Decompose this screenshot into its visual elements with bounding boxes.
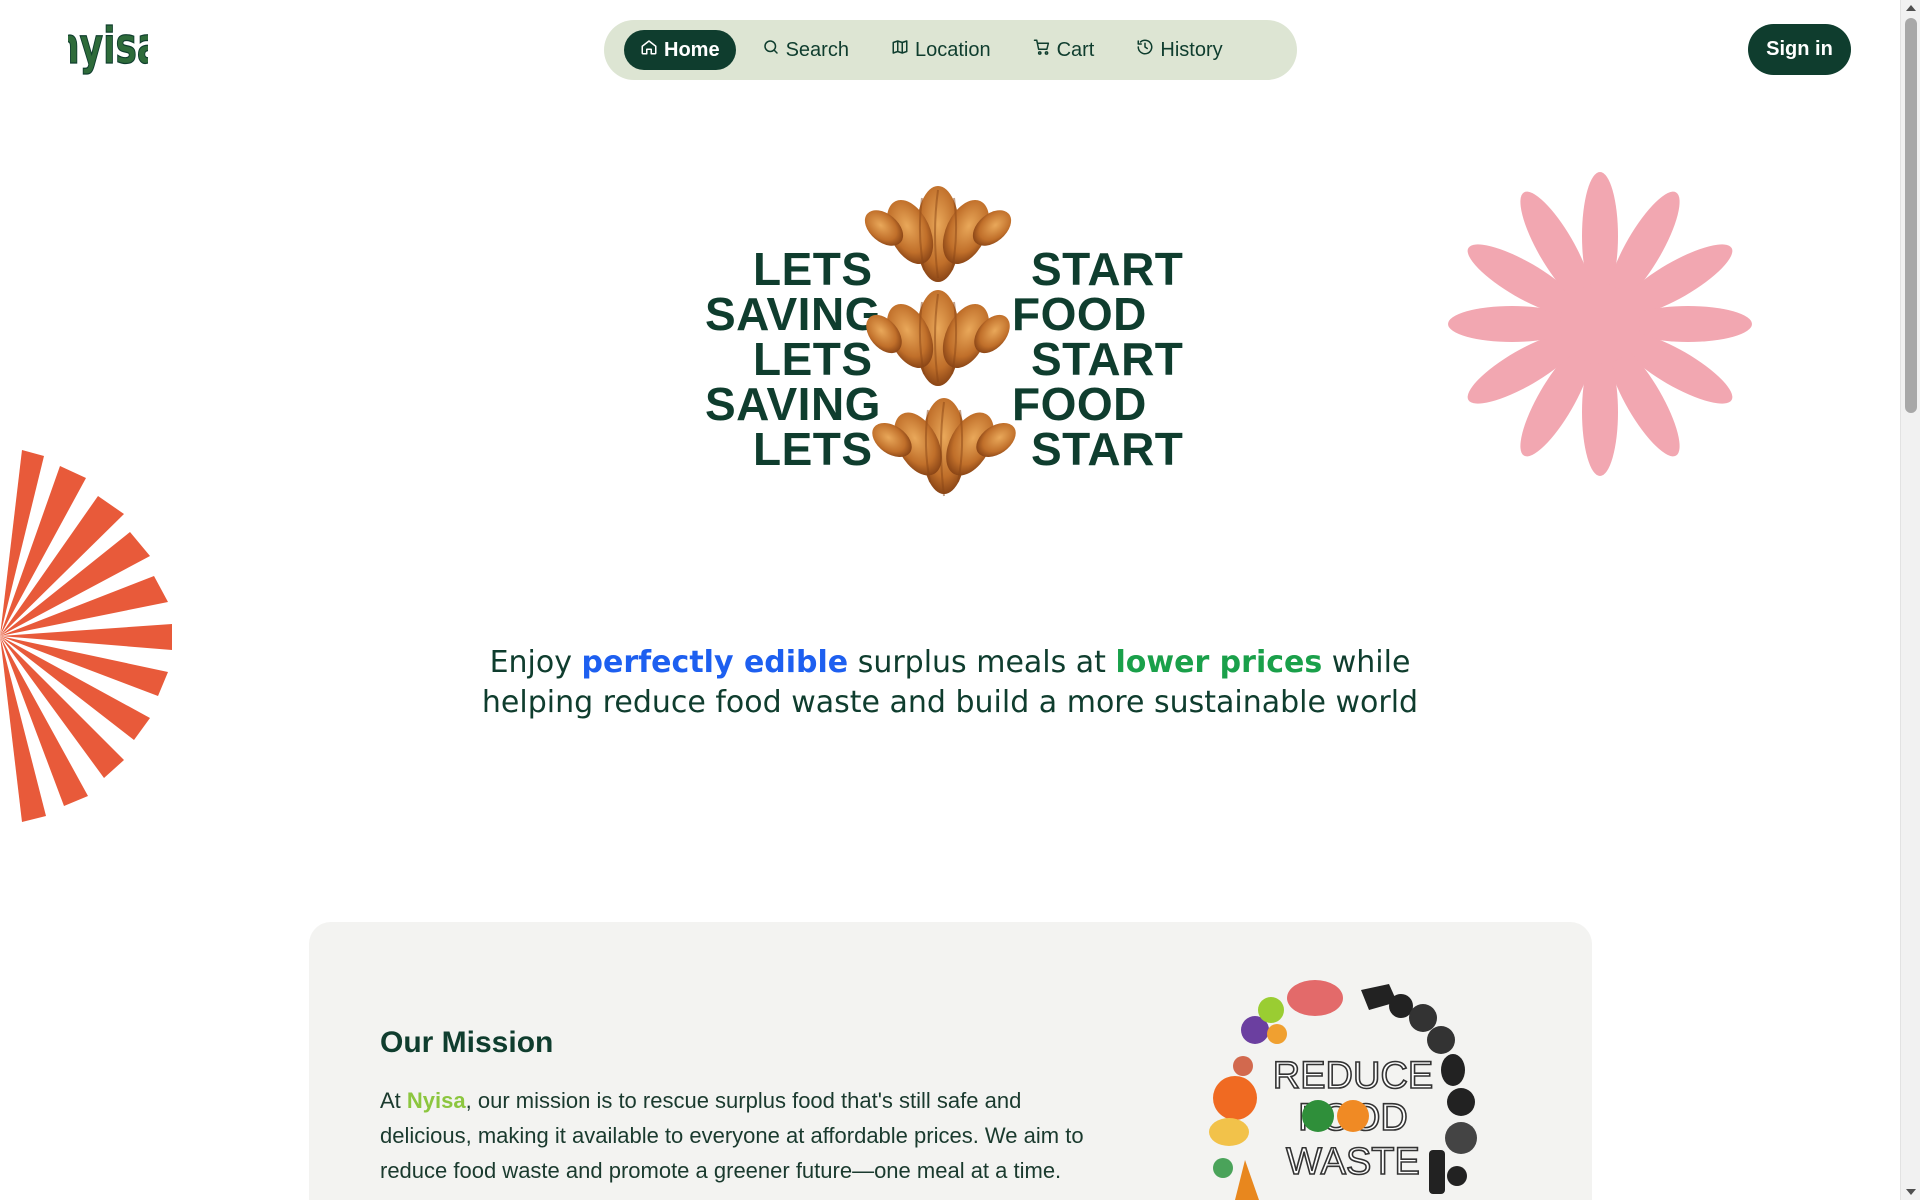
nav-home-label: Home bbox=[664, 38, 720, 61]
tagline-text: surplus meals at bbox=[848, 645, 1116, 680]
hero-word-right-5: START bbox=[1031, 423, 1184, 475]
main-nav: Home Search Location Cart History bbox=[604, 20, 1297, 80]
history-icon bbox=[1136, 38, 1154, 62]
hero-word-right-3: START bbox=[1031, 333, 1184, 385]
croissant-image bbox=[864, 186, 1012, 282]
hero-word-right-1: START bbox=[1031, 243, 1184, 295]
nav-cart[interactable]: Cart bbox=[1017, 30, 1111, 70]
hero-word-right-2: FOOD bbox=[1012, 288, 1147, 340]
tagline-text: Enjoy bbox=[489, 645, 582, 680]
nyisa-logo[interactable]: nyisa bbox=[54, 8, 162, 92]
watermelon-icon bbox=[1302, 1100, 1334, 1132]
nav-location-label: Location bbox=[914, 38, 991, 61]
orange-sunburst-decoration bbox=[0, 450, 172, 822]
pink-flower-decoration bbox=[1448, 172, 1752, 476]
nav-search[interactable]: Search bbox=[746, 30, 865, 70]
nav-home[interactable]: Home bbox=[624, 30, 736, 70]
hero-tagline: Enjoy perfectly edible surplus meals at … bbox=[440, 643, 1460, 723]
nav-cart-label: Cart bbox=[1056, 38, 1095, 61]
scroll-up-arrow-icon[interactable] bbox=[1906, 5, 1916, 11]
mission-text: At Nyisa, our mission is to rescue surpl… bbox=[380, 1083, 1100, 1188]
hero-word-left-5: LETS bbox=[753, 423, 873, 475]
hero-word-right-4: FOOD bbox=[1012, 378, 1147, 430]
reduce-food-waste-image: REDUCE FOOD WASTE bbox=[1209, 980, 1477, 1200]
orange-icon bbox=[1337, 1100, 1369, 1132]
nav-history[interactable]: History bbox=[1120, 30, 1238, 70]
sign-in-button[interactable]: Sign in bbox=[1748, 24, 1851, 75]
page-scrollbar[interactable] bbox=[1900, 0, 1920, 1200]
scrollbar-thumb[interactable] bbox=[1905, 18, 1917, 413]
nav-history-label: History bbox=[1160, 38, 1223, 61]
hero-word-left-4: SAVING bbox=[705, 378, 881, 430]
cart-icon bbox=[1033, 38, 1051, 62]
mission-title: Our Mission bbox=[380, 1026, 554, 1059]
search-icon bbox=[762, 38, 780, 62]
mission-brand: Nyisa bbox=[406, 1088, 466, 1113]
nav-location[interactable]: Location bbox=[875, 30, 1007, 70]
mission-text-body: , our mission is to rescue surplus food … bbox=[380, 1088, 1084, 1183]
croissant-image bbox=[866, 290, 1010, 386]
home-icon bbox=[640, 38, 658, 62]
map-icon bbox=[891, 38, 909, 62]
nav-search-label: Search bbox=[785, 38, 849, 61]
hero-word-left-3: LETS bbox=[753, 333, 873, 385]
croissant-image bbox=[872, 398, 1016, 497]
mission-text-prefix: At bbox=[380, 1088, 407, 1113]
rfw-word-1: REDUCE bbox=[1273, 1055, 1433, 1097]
logo-text: nyisa bbox=[68, 18, 148, 75]
rfw-word-3: WASTE bbox=[1286, 1141, 1420, 1183]
scroll-down-arrow-icon[interactable] bbox=[1906, 1189, 1916, 1195]
tagline-highlight-prices: lower prices bbox=[1115, 645, 1323, 680]
hero-word-left-1: LETS bbox=[753, 243, 873, 295]
tagline-highlight-edible: perfectly edible bbox=[581, 645, 849, 680]
hero-word-left-2: SAVING bbox=[705, 288, 881, 340]
